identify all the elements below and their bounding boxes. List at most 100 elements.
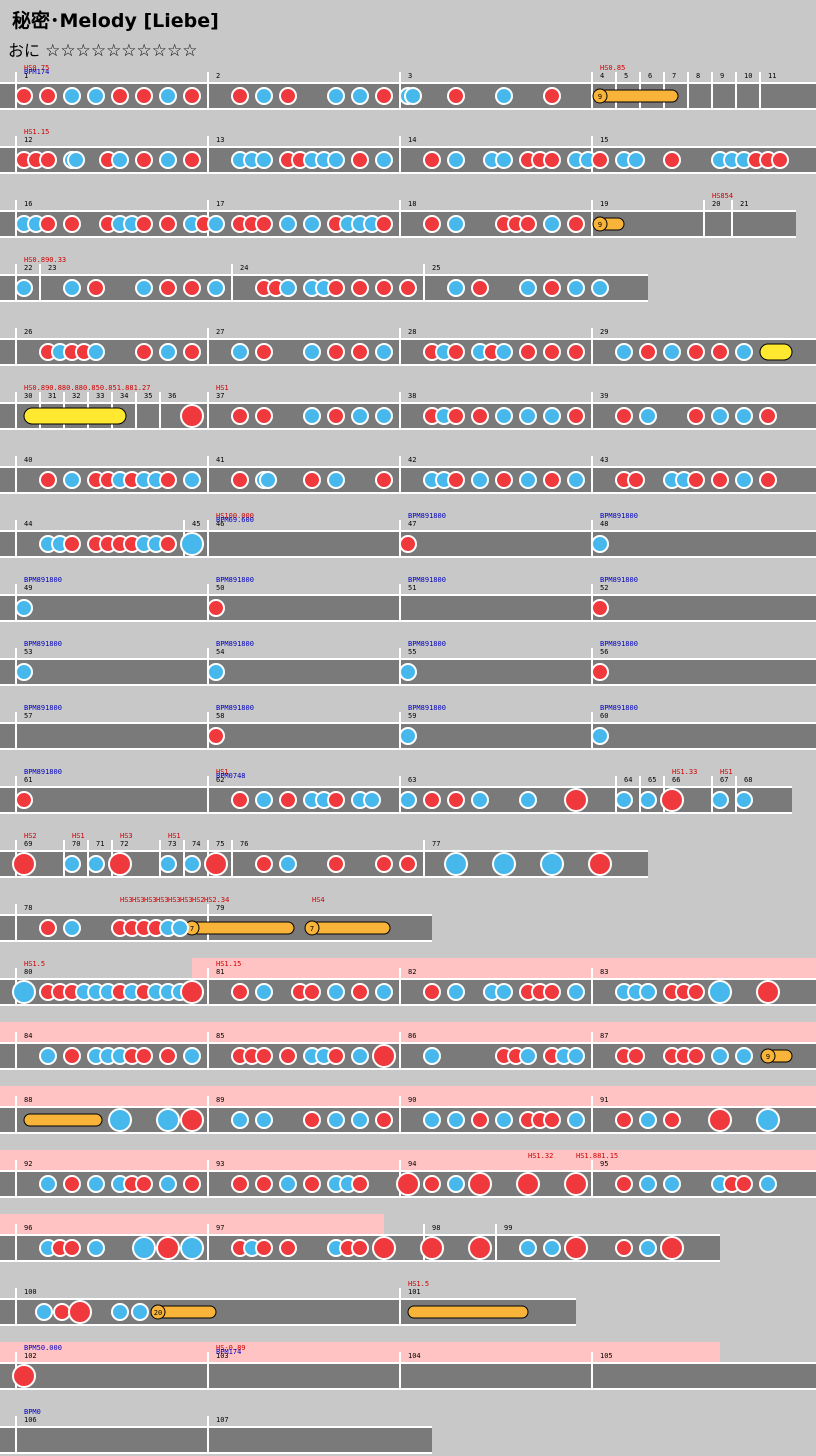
ka-note <box>447 151 465 169</box>
chart-row: 49 50 51 52BPM891800 BPM891800 BPM891800 BPM89… <box>0 576 816 622</box>
don-note <box>375 471 393 489</box>
ka-note <box>259 471 277 489</box>
scroll-speed-label: HS1.15 <box>24 128 49 136</box>
chart-row: 12 13 14 15 HS1.15 <box>0 128 816 174</box>
don-note <box>567 407 585 425</box>
scroll-speed-label: HS1.32 <box>528 1152 553 1160</box>
don-note <box>399 535 417 553</box>
ka-note <box>567 1111 585 1129</box>
ka-note <box>255 983 273 1001</box>
don-note <box>351 1175 369 1193</box>
measure-number: 105 <box>600 1352 613 1360</box>
big-don-note <box>180 1108 204 1132</box>
ka-note <box>639 983 657 1001</box>
don-note <box>231 87 249 105</box>
measure-number: 30 <box>24 392 32 400</box>
ka-note <box>663 343 681 361</box>
don-note <box>591 599 609 617</box>
measure-number: 17 <box>216 200 224 208</box>
chart-row: 40 41 42 43 <box>0 456 816 494</box>
ka-note <box>375 983 393 1001</box>
chart-row: 78 79HS3 HS3 HS3 HS3 HS3 HS3 HS2 HS2.34 HS47 7 <box>0 896 432 942</box>
ka-note <box>87 87 105 105</box>
don-note <box>159 471 177 489</box>
big-ka-note <box>756 1108 780 1132</box>
big-don-note <box>468 1172 492 1196</box>
ka-note <box>423 1111 441 1129</box>
ka-note <box>279 279 297 297</box>
measure-number: 29 <box>600 328 608 336</box>
measure-number: 77 <box>432 840 440 848</box>
measure-number: 81 <box>216 968 224 976</box>
don-note <box>615 407 633 425</box>
don-note <box>183 87 201 105</box>
don-note <box>351 151 369 169</box>
measure-number: 12 <box>24 136 32 144</box>
balloon-count: 9 <box>598 93 602 101</box>
don-note <box>255 1047 273 1065</box>
big-don-note <box>12 852 36 876</box>
ka-note <box>111 1303 129 1321</box>
bpm-label: BPM69.600 <box>216 516 254 524</box>
ka-note <box>39 1047 57 1065</box>
scroll-speed-label: HS1.881.15 <box>576 1152 618 1160</box>
ka-note <box>735 791 753 809</box>
don-note <box>687 1047 705 1065</box>
measure-number: 32 <box>72 392 80 400</box>
chart-row: 100 101HS1.5 20 <box>0 1280 576 1326</box>
don-note <box>159 535 177 553</box>
ka-note <box>39 1175 57 1193</box>
measure-number: 59 <box>408 712 416 720</box>
don-note <box>711 343 729 361</box>
don-note <box>351 279 369 297</box>
ka-note <box>63 87 81 105</box>
ka-note <box>279 215 297 233</box>
don-note <box>423 215 441 233</box>
big-don-note <box>564 1172 588 1196</box>
don-note <box>303 471 321 489</box>
ka-note <box>423 1047 441 1065</box>
measure-number: 27 <box>216 328 224 336</box>
ka-note <box>447 215 465 233</box>
ka-note <box>183 471 201 489</box>
balloon-note <box>599 89 679 103</box>
ka-note <box>495 87 513 105</box>
ka-note <box>327 1111 345 1129</box>
ka-note <box>87 855 105 873</box>
don-note <box>39 919 57 937</box>
don-note <box>687 343 705 361</box>
scroll-speed-label: HS3 <box>180 896 193 904</box>
ka-note <box>639 407 657 425</box>
don-note <box>543 1111 561 1129</box>
measure-number: 68 <box>744 776 752 784</box>
ka-note <box>447 1175 465 1193</box>
don-note <box>63 535 81 553</box>
don-note <box>159 215 177 233</box>
don-note <box>663 151 681 169</box>
ka-note <box>15 663 33 681</box>
scroll-speed-label: HS1.5 <box>24 960 45 968</box>
ka-note <box>519 279 537 297</box>
ka-note <box>543 407 561 425</box>
measure-number: 48 <box>600 520 608 528</box>
bpm-label: BPM891800 <box>408 640 446 648</box>
ka-note <box>207 215 225 233</box>
scroll-speed-label: HS3 <box>120 896 133 904</box>
big-don-note <box>420 1236 444 1260</box>
don-note <box>15 87 33 105</box>
don-note <box>543 471 561 489</box>
ka-note <box>735 407 753 425</box>
chart-row: 69 70 71 72 73 74 75 76 77 HS2 HS1 HS3 HS1 <box>0 832 648 878</box>
don-note <box>135 1047 153 1065</box>
ka-note <box>87 1239 105 1257</box>
don-note <box>495 471 513 489</box>
chart-row: 30 31 32 33 34 35 36 37 38 39 HS0.890.880.880.850.… <box>0 384 816 430</box>
don-note <box>135 87 153 105</box>
ka-note <box>375 407 393 425</box>
chart-row: 57 58 59 60BPM891800 BPM891800 BPM891800 BPM89… <box>0 704 816 750</box>
chart-row: 102 103 104 105HS-0.89BPM50.000 BPM174 <box>0 1342 816 1390</box>
scroll-speed-label: HS1.15 <box>216 960 241 968</box>
don-note <box>207 599 225 617</box>
don-note <box>255 1239 273 1257</box>
measure-number: 7 <box>672 72 676 80</box>
